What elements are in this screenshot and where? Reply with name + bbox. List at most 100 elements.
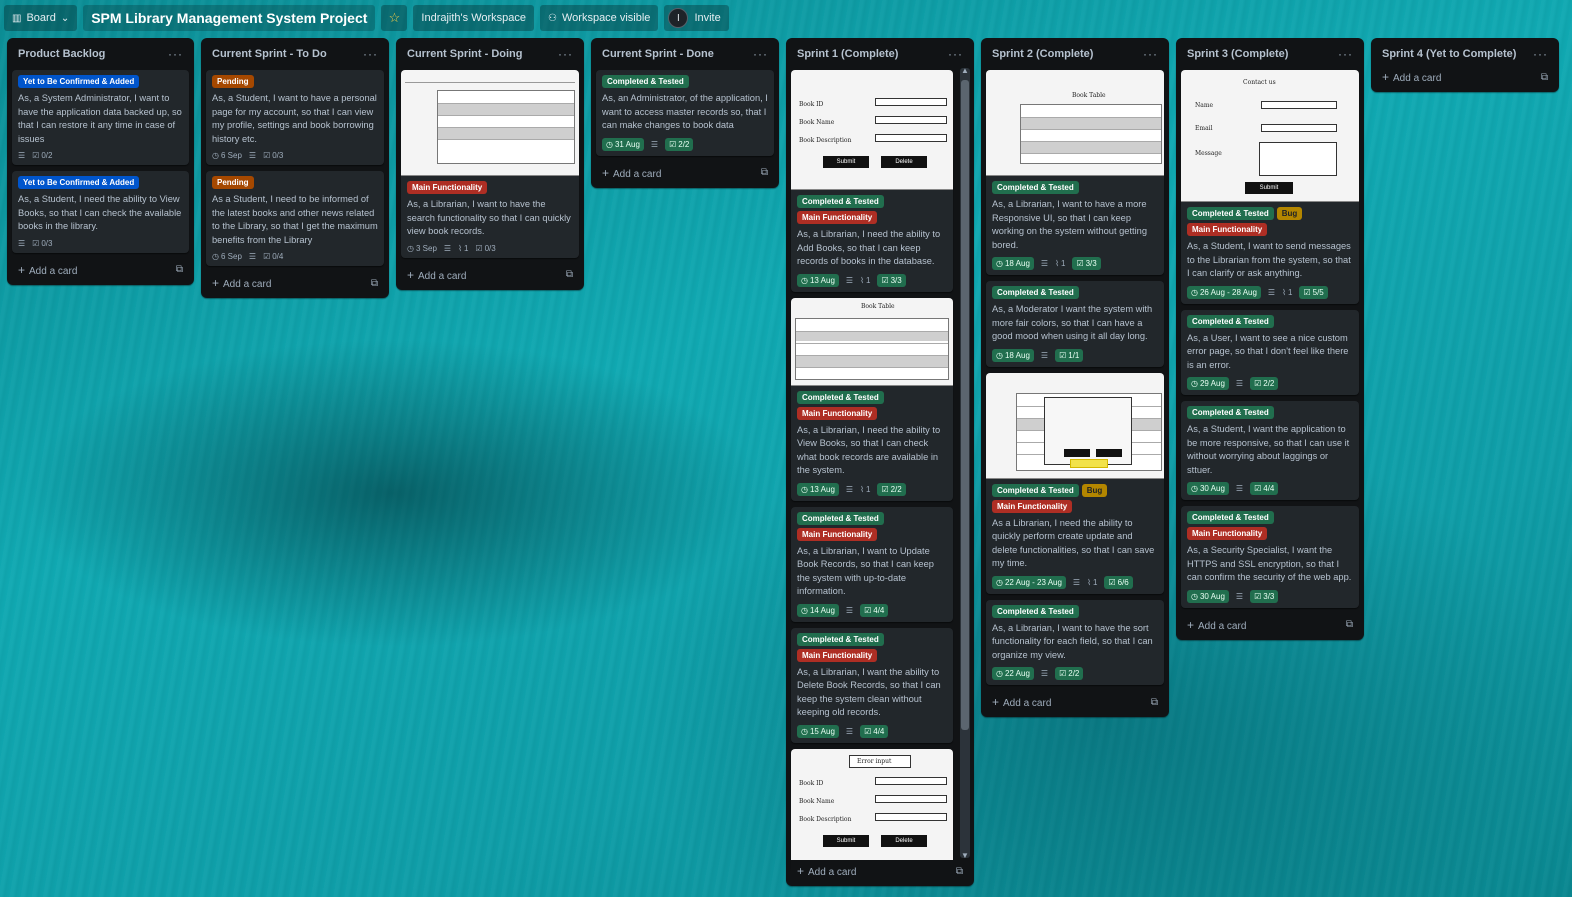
add-card-button[interactable]: + Add a card — [602, 166, 661, 180]
list-menu-icon[interactable]: ··· — [948, 47, 963, 61]
checklist-icon: ☑ — [263, 151, 271, 160]
card-cover-image: Book Table — [986, 70, 1164, 176]
paperclip-icon: ⌇ — [1087, 577, 1091, 587]
list-title[interactable]: Current Sprint - Doing — [407, 48, 523, 60]
invite-button[interactable]: Invite — [694, 12, 720, 24]
mock-label: Book ID — [799, 101, 824, 108]
card[interactable]: Completed & Tested As, an Administrator,… — [596, 70, 774, 156]
checklist-count: 0/3 — [272, 151, 284, 160]
due-date-badge[interactable]: ◷ 3 Sep — [407, 244, 437, 253]
workspace-button[interactable]: Indrajith's Workspace — [413, 5, 535, 31]
paperclip-icon: ⌇ — [1055, 259, 1059, 268]
star-icon[interactable]: ☆ — [381, 5, 408, 31]
label-completed-tested: Completed & Tested — [797, 511, 884, 525]
template-icon[interactable]: ⧉ — [1346, 619, 1353, 630]
list-title[interactable]: Sprint 2 (Complete) — [992, 48, 1093, 60]
due-date-badge[interactable]: ◷ 22 Aug — [992, 667, 1034, 680]
template-icon[interactable]: ⧉ — [566, 269, 573, 280]
list-menu-icon[interactable]: ··· — [558, 47, 573, 61]
card[interactable]: Book Table Completed & Tested As, a Libr… — [986, 70, 1164, 275]
card[interactable]: Main Functionality As, a Librarian, I wa… — [401, 70, 579, 258]
card[interactable]: Completed & Tested As, a User, I want to… — [1181, 309, 1359, 395]
checklist-count: 2/2 — [1263, 379, 1275, 388]
visibility-button[interactable]: ⚇ Workspace visible — [540, 5, 659, 31]
due-date-badge[interactable]: ◷ 13 Aug — [797, 482, 839, 496]
add-card-label: Add a card — [1393, 73, 1442, 84]
due-date-badge[interactable]: ◷ 29 Aug — [1187, 377, 1229, 390]
card[interactable]: Book Table Completed & Tested Main Funct… — [791, 297, 953, 501]
list-title[interactable]: Current Sprint - Done — [602, 48, 714, 60]
list-scrollbar[interactable]: ▲ ▼ — [960, 66, 970, 860]
card[interactable]: Completed & Tested As, a Student, I want… — [1181, 401, 1359, 500]
avatar[interactable]: I — [668, 8, 689, 28]
add-card-label: Add a card — [1198, 620, 1247, 632]
list-title[interactable]: Current Sprint - To Do — [212, 48, 327, 60]
due-date-badge[interactable]: ◷ 14 Aug — [797, 603, 839, 617]
list-menu-icon[interactable]: ··· — [168, 47, 183, 61]
card[interactable]: Yet to Be Confirmed & Added As, a Studen… — [12, 171, 189, 253]
due-date-badge[interactable]: ◷ 30 Aug — [1187, 482, 1229, 495]
due-date-badge[interactable]: ◷ 31 Aug — [602, 137, 644, 151]
card[interactable]: Completed & Tested Main Functionality As… — [1181, 506, 1359, 608]
list-current-sprint-done: Current Sprint - Done ··· Completed & Tes… — [591, 38, 779, 188]
add-card-button[interactable]: + Add a card — [407, 268, 466, 282]
due-date-badge[interactable]: ◷ 30 Aug — [1187, 589, 1229, 603]
template-icon[interactable]: ⧉ — [1541, 72, 1548, 83]
list-menu-icon[interactable]: ··· — [753, 47, 768, 61]
chevron-down-icon[interactable]: ▼ — [960, 851, 970, 860]
template-icon[interactable]: ⧉ — [176, 264, 183, 275]
chevron-up-icon[interactable]: ▲ — [960, 66, 970, 75]
add-card-button[interactable]: + Add a card — [212, 276, 271, 290]
wireframe-table — [1020, 104, 1162, 164]
checklist-icon: ☑ — [1254, 591, 1262, 601]
attachment-count: 1 — [865, 275, 871, 285]
mock-title: Contact us — [1243, 79, 1276, 86]
due-date-badge[interactable]: ◷ 6 Sep — [212, 252, 242, 261]
template-icon[interactable]: ⧉ — [956, 866, 963, 877]
label-main-functionality: Main Functionality — [797, 406, 878, 420]
view-switcher-button[interactable]: ▥ Board ⌄ — [4, 5, 78, 31]
visibility-label: Workspace visible — [561, 12, 651, 24]
list-menu-icon[interactable]: ··· — [1143, 47, 1158, 61]
list-menu-icon[interactable]: ··· — [1338, 47, 1353, 61]
card[interactable]: Completed & Tested As, a Librarian, I wa… — [986, 599, 1164, 685]
due-date-badge[interactable]: ◷ 26 Aug - 28 Aug — [1187, 285, 1261, 299]
add-card-button[interactable]: + Add a card — [1382, 70, 1441, 84]
card[interactable]: Completed & Tested As, a Moderator I wan… — [986, 281, 1164, 367]
add-card-button[interactable]: + Add a card — [18, 263, 77, 277]
list-menu-icon[interactable]: ··· — [1533, 47, 1548, 61]
due-date-badge[interactable]: ◷ 18 Aug — [992, 257, 1034, 270]
template-icon[interactable]: ⧉ — [761, 167, 768, 178]
list-product-backlog: Product Backlog ··· Yet to Be Confirmed &… — [7, 38, 194, 285]
card[interactable]: Completed & Tested Main Functionality As… — [791, 506, 953, 622]
list-title[interactable]: Sprint 4 (Yet to Complete) — [1382, 48, 1516, 60]
board-title[interactable]: SPM Library Management System Project — [83, 5, 376, 31]
list-title[interactable]: Sprint 1 (Complete) — [797, 48, 898, 60]
add-card-button[interactable]: + Add a card — [1187, 618, 1246, 632]
list-menu-icon[interactable]: ··· — [363, 47, 378, 61]
due-date-badge[interactable]: ◷ 22 Aug - 23 Aug — [992, 575, 1066, 589]
mock-input — [875, 98, 947, 106]
list-title[interactable]: Sprint 3 (Complete) — [1187, 48, 1288, 60]
card[interactable]: Pending As a Student, I need to be infor… — [206, 171, 384, 266]
add-card-button[interactable]: + Add a card — [797, 864, 856, 878]
card[interactable]: Completed & Tested Main Functionality As… — [791, 627, 953, 743]
scrollbar-thumb[interactable] — [961, 80, 969, 730]
add-card-button[interactable]: + Add a card — [992, 695, 1051, 709]
due-date: 30 Aug — [1199, 591, 1225, 601]
due-date-badge[interactable]: ◷ 15 Aug — [797, 724, 839, 738]
template-icon[interactable]: ⧉ — [371, 278, 378, 289]
card[interactable]: Yet to Be Confirmed & Added As, a System… — [12, 70, 189, 165]
card[interactable]: Error input Book ID Book Name Book Descr… — [791, 748, 953, 871]
template-icon[interactable]: ⧉ — [1151, 697, 1158, 708]
card[interactable]: Book ID Book Name Book Description Submi… — [791, 70, 953, 292]
card[interactable]: Completed & Tested Bug Main Functionalit… — [986, 372, 1164, 594]
list-title[interactable]: Product Backlog — [18, 48, 105, 60]
due-date-badge[interactable]: ◷ 6 Sep — [212, 151, 242, 160]
due-date-badge[interactable]: ◷ 13 Aug — [797, 273, 839, 287]
due-date-badge[interactable]: ◷ 18 Aug — [992, 348, 1034, 362]
card[interactable]: Pending As, a Student, I want to have a … — [206, 70, 384, 165]
card[interactable]: Contact us Name Email Message Submit Com… — [1181, 70, 1359, 304]
checklist-count: 3/3 — [890, 275, 902, 285]
checklist-icon: ☑ — [1108, 577, 1116, 587]
